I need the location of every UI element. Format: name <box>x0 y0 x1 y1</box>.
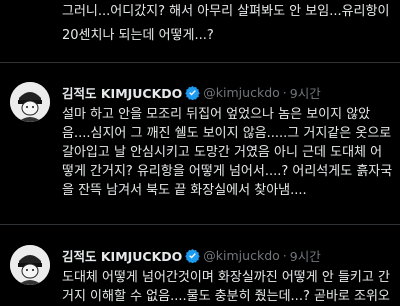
separator-dot: · <box>282 84 287 100</box>
display-name[interactable]: 김적도 KIMJUCKDO <box>62 83 182 102</box>
avatar-illustration <box>10 245 50 285</box>
user-handle[interactable]: @kimjuckdo <box>203 248 279 263</box>
tweet[interactable]: 김적도 KIMJUCKDO @kimjuckdo · 9시간 설마 하고 안을 … <box>0 82 400 217</box>
tweet[interactable]: 김적도 KIMJUCKDO @kimjuckdo · 9시간 도대체 어떻게 넘… <box>0 245 400 305</box>
user-handle[interactable]: @kimjuckdo <box>203 85 279 100</box>
avatar[interactable] <box>10 245 50 285</box>
verified-badge-icon <box>185 248 201 263</box>
tweet-text: 설마 하고 안을 모조리 뒤집어 엎었으나 놈은 보이지 않았 음....심지어… <box>62 107 393 198</box>
tweet-text: 도대체 어떻게 넘어간것이며 화장실까진 어떻게 안 들키고 간 거지 이해할 … <box>62 270 390 304</box>
avatar[interactable] <box>10 82 50 122</box>
avatar-illustration <box>10 82 50 122</box>
tweet-header: 김적도 KIMJUCKDO @kimjuckdo · 9시간 <box>62 82 321 102</box>
display-name[interactable]: 김적도 KIMJUCKDO <box>62 246 182 265</box>
tweet-header: 김적도 KIMJUCKDO @kimjuckdo · 9시간 <box>62 245 321 265</box>
verified-badge-icon <box>185 85 201 100</box>
divider <box>0 62 400 63</box>
previous-tweet-text: 그러니...어디갔지? 해서 아무리 살펴봐도 안 보임...유리항이 20센치… <box>62 4 390 43</box>
separator-dot: · <box>282 247 287 263</box>
timestamp[interactable]: 9시간 <box>290 83 321 102</box>
divider <box>0 224 400 225</box>
timestamp[interactable]: 9시간 <box>290 246 321 265</box>
